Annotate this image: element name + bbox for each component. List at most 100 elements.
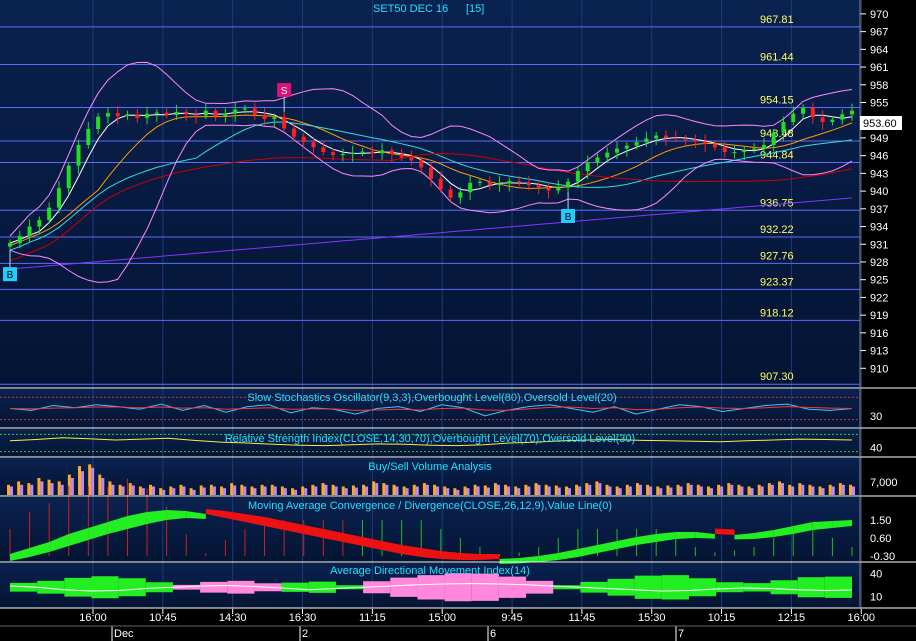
adx-ribbon-segment	[308, 581, 336, 593]
candle-body	[311, 142, 316, 148]
volume-buy-bar	[230, 483, 234, 495]
volume-buy-bar	[209, 484, 213, 495]
volume-buy-bar	[524, 484, 528, 495]
price-tick-label: 967	[870, 27, 888, 39]
volume-sell-bar	[588, 484, 592, 495]
candle-body	[526, 182, 531, 186]
candle-body	[595, 157, 600, 163]
volume-sell-bar	[334, 486, 338, 495]
time-tick-label: 15:00	[428, 612, 456, 624]
candle-body	[585, 162, 590, 172]
volume-sell-bar	[567, 488, 571, 495]
date-tick-label: Dec	[114, 628, 134, 640]
volume-sell-bar	[152, 486, 156, 495]
adx-ribbon-segment	[824, 576, 852, 598]
volume-sell-bar	[852, 486, 855, 495]
volume-buy-bar	[554, 485, 558, 495]
volume-sell-bar	[466, 488, 470, 495]
candle-body	[497, 183, 502, 186]
buy-signal-label: B	[7, 270, 14, 281]
volume-sell-bar	[659, 488, 663, 495]
candle-body	[66, 165, 71, 189]
candle-body	[722, 147, 727, 153]
volume-sell-bar	[791, 486, 795, 495]
volume-buy-bar	[544, 484, 548, 495]
trading-chart[interactable]: 967.81961.44954.15948.48944.84936.75932.…	[0, 0, 916, 641]
volume-buy-bar	[179, 484, 183, 495]
time-tick-label: 16:00	[847, 612, 875, 624]
volume-sell-bar	[770, 484, 774, 495]
volume-buy-bar	[159, 488, 163, 495]
date-tick-label: 7	[678, 628, 684, 640]
volume-buy-bar	[291, 488, 295, 495]
candle-body	[105, 113, 110, 117]
candle-body	[233, 109, 238, 114]
volume-buy-bar	[666, 485, 670, 495]
volume-buy-bar	[463, 486, 467, 495]
candle-body	[507, 181, 512, 184]
volume-sell-bar	[50, 483, 54, 495]
volume-sell-bar	[415, 486, 419, 495]
volume-sell-bar	[760, 486, 764, 495]
adx-tick-label: 40	[870, 569, 882, 581]
price-tick-label: 949	[870, 133, 888, 145]
adx-title: Average Directional Movement Index(14)	[330, 565, 530, 577]
volume-buy-bar	[37, 478, 41, 495]
adx-tick-label: 10	[870, 591, 882, 603]
candle-body	[125, 114, 130, 117]
volume-buy-bar	[47, 479, 51, 495]
candle-body	[712, 143, 717, 148]
level-label: 918.12	[760, 307, 794, 319]
time-tick-label: 10:15	[708, 612, 736, 624]
volume-sell-bar	[395, 486, 399, 495]
volume-buy-bar	[676, 484, 680, 495]
stoch-tick-label: 30	[870, 411, 882, 423]
volume-sell-bar	[294, 489, 298, 495]
volume-buy-bar	[483, 485, 487, 495]
candle-body	[360, 151, 365, 153]
volume-sell-bar	[628, 486, 632, 495]
price-tick-label: 913	[870, 346, 888, 358]
level-label: 948.48	[760, 128, 794, 140]
level-label: 927.76	[760, 250, 794, 262]
adx-ribbon-segment	[200, 581, 228, 593]
volume-buy-bar	[27, 483, 31, 495]
volume-sell-bar	[263, 486, 267, 495]
volume-sell-bar	[507, 486, 511, 495]
volume-buy-bar	[727, 483, 731, 495]
candle-body	[761, 145, 766, 149]
candle-body	[742, 149, 747, 153]
candle-body	[86, 129, 91, 146]
volume-sell-bar	[557, 487, 561, 495]
candle-body	[370, 151, 375, 154]
price-tick-label: 958	[870, 80, 888, 92]
candle-body	[850, 110, 854, 115]
level-label: 954.15	[760, 95, 794, 107]
candle-body	[213, 110, 218, 117]
candle-body	[154, 112, 159, 114]
candle-body	[291, 128, 296, 137]
volume-buy-bar	[412, 484, 416, 495]
volume-sell-bar	[121, 486, 125, 495]
volume-sell-bar	[730, 484, 734, 495]
candle-body	[438, 178, 443, 190]
volume-sell-bar	[699, 486, 703, 495]
volume-buy-bar	[422, 483, 426, 495]
candle-body	[282, 117, 287, 129]
volume-sell-bar	[709, 488, 713, 495]
time-tick-label: 9:45	[501, 612, 522, 624]
volume-sell-bar	[253, 488, 257, 495]
volume-buy-bar	[189, 488, 193, 495]
volume-buy-bar	[311, 484, 315, 495]
volume-sell-bar	[831, 486, 835, 495]
volume-buy-bar	[301, 486, 305, 495]
adx-ribbon-segment	[417, 575, 445, 600]
volume-buy-bar	[504, 484, 508, 495]
volume-sell-bar	[70, 478, 74, 495]
adx-ribbon-segment	[444, 573, 472, 602]
volume-sell-bar	[202, 487, 206, 495]
price-tick-label: 925	[870, 275, 888, 287]
candle-body	[37, 220, 42, 227]
volume-sell-bar	[780, 483, 784, 495]
volume-buy-bar	[280, 486, 284, 495]
